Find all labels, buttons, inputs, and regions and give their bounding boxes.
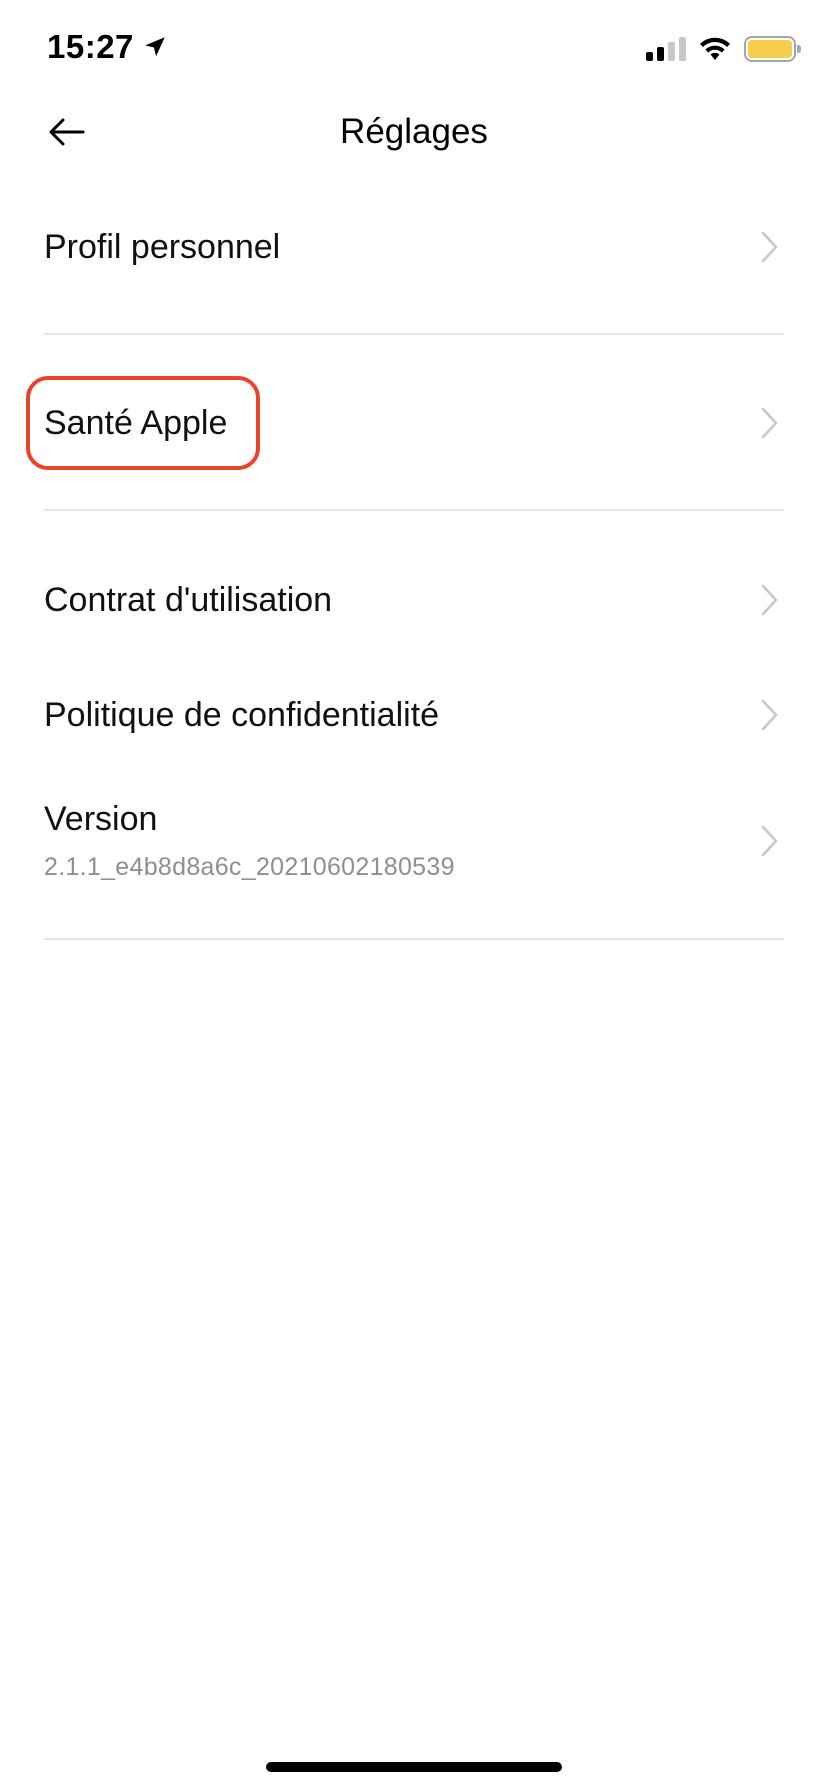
battery-icon: [744, 36, 801, 62]
cellular-signal-icon: [646, 37, 686, 61]
divider: [44, 333, 784, 335]
chevron-right-icon: [761, 231, 778, 263]
status-bar: 15:27: [0, 0, 828, 100]
divider: [44, 938, 784, 940]
settings-item-privacy-policy[interactable]: Politique de confidentialité: [44, 690, 784, 740]
version-number: 2.1.1_e4b8d8a6c_20210602180539: [44, 853, 455, 881]
page-title: Réglages: [340, 112, 488, 151]
status-time: 15:27: [47, 28, 168, 66]
divider: [44, 509, 784, 511]
settings-item-label: Profil personnel: [44, 227, 281, 266]
settings-item-apple-health[interactable]: Santé Apple: [44, 398, 784, 448]
status-icons: [646, 36, 801, 62]
settings-item-version[interactable]: Version 2.1.1_e4b8d8a6c_20210602180539: [44, 796, 784, 886]
home-indicator[interactable]: [266, 1762, 562, 1772]
chevron-right-icon: [761, 407, 778, 439]
version-text-group: Version 2.1.1_e4b8d8a6c_20210602180539: [44, 800, 455, 882]
chevron-right-icon: [761, 699, 778, 731]
chevron-right-icon: [761, 825, 778, 857]
settings-screen: 15:27 Réglages Profil personnel Santé Ap…: [0, 0, 828, 1792]
settings-item-terms-of-use[interactable]: Contrat d'utilisation: [44, 575, 784, 625]
settings-item-label: Politique de confidentialité: [44, 695, 440, 734]
settings-item-profile[interactable]: Profil personnel: [44, 222, 784, 272]
chevron-right-icon: [761, 584, 778, 616]
status-time-text: 15:27: [47, 28, 134, 65]
settings-item-label: Version: [44, 800, 158, 838]
battery-fill: [748, 40, 792, 58]
location-arrow-icon: [145, 37, 165, 57]
wifi-icon: [700, 37, 730, 60]
navigation-bar: Réglages: [0, 100, 828, 164]
settings-item-label: Santé Apple: [44, 403, 228, 442]
settings-item-label: Contrat d'utilisation: [44, 580, 333, 619]
